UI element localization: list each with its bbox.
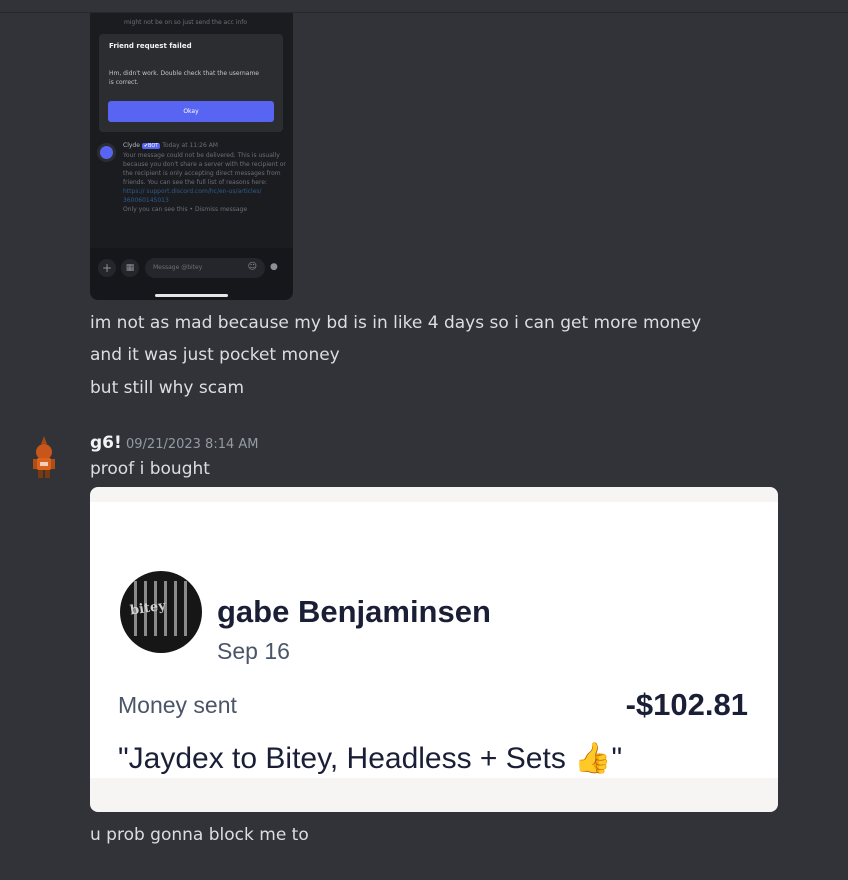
clyde-text: Your message could not be delivered. Thi… [123,152,286,186]
dialog-title: Friend request failed [109,42,192,50]
message-line: im not as mad because my bd is in like 4… [90,313,702,333]
screenshot-top-text: might not be on so just send the acc inf… [124,19,247,26]
friend-request-failed-dialog: Friend request failed Hm, didn't work. D… [99,34,283,132]
clyde-name: Clyde [123,142,140,149]
clyde-link: https:// support.discord.com/hc/en-us/ar… [123,188,262,204]
attachment-payment-image[interactable]: bitey gabe Benjaminsen Sep 16 Money sent… [90,487,778,812]
message-line: but still why scam [90,378,245,398]
emoji-icon: ☺ [247,262,257,272]
clyde-footnote: Only you can see this • Dismiss message [123,206,248,213]
bot-badge: ✔BOT [141,143,161,149]
dialog-body: Hm, didn't work. Double check that the u… [109,70,259,86]
screenshot-message-input: Message @bitey ☺ [145,258,265,278]
mic-icon: ● [270,262,278,272]
author-avatar[interactable] [28,434,60,480]
payment-memo: "Jaydex to Bitey, Headless + Sets 👍" [118,742,623,775]
message-line: and it was just pocket money [90,345,340,365]
attachment-screenshot[interactable]: might not be on so just send the acc inf… [90,13,293,300]
message-timestamp: 09/21/2023 8:14 AM [126,437,259,452]
screenshot-composer-bar: + ▦ Message @bitey ☺ ● [90,253,293,283]
dialog-okay-button: Okay [108,101,274,122]
composer-placeholder: Message @bitey [153,264,203,271]
clyde-avatar [97,143,116,162]
payment-status: Money sent [118,692,237,718]
author-name[interactable]: g6! [90,433,122,453]
payment-card: bitey gabe Benjaminsen Sep 16 Money sent… [90,502,778,778]
payment-date: Sep 16 [217,638,290,664]
payee-name: gabe Benjaminsen [217,594,491,629]
gift-icon: ▦ [121,259,139,277]
payment-amount: -$102.81 [625,687,748,722]
message-line: proof i bought [90,459,210,479]
message-line: u prob gonna block me to [90,825,309,845]
home-indicator [155,294,228,297]
clyde-message: Clyde ✔BOT Today at 11:26 AM Your messag… [123,141,288,214]
payee-avatar: bitey [120,571,202,653]
clyde-time: Today at 11:26 AM [162,142,218,149]
plus-icon: + [98,259,116,277]
